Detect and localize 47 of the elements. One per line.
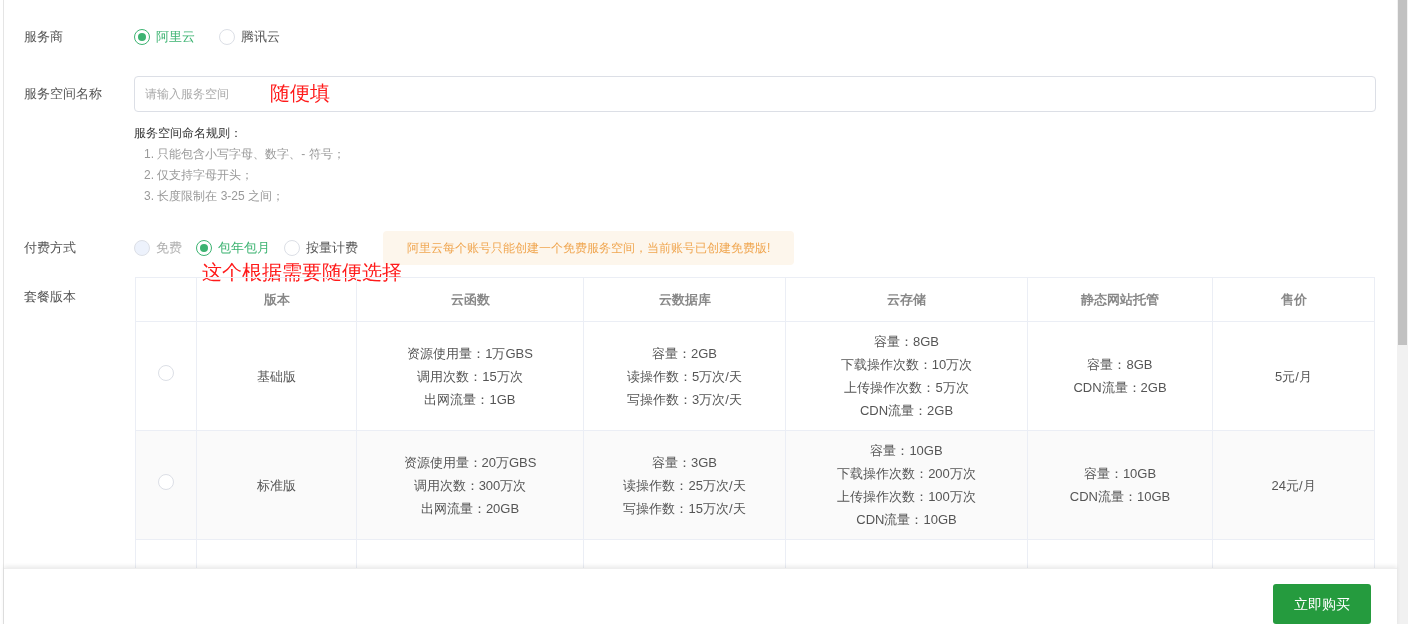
table-cell-text: 调用次数：15万次 [416,367,524,386]
table-cell-text: 容量：3GB [651,453,718,472]
table-cell-text: 标准版 [256,476,297,495]
table-cell-text: 读操作数：5万次/天 [626,367,743,386]
column-header: 云数据库 [583,277,786,322]
annotation-text: 随便填 [270,81,330,106]
table-cell-text: 容量：10GB [1082,465,1158,483]
rules-title: 服务空间命名规则： [134,125,243,142]
column-header: 售价 [1212,277,1375,322]
table-cell-text: 容量：2GB [651,344,718,363]
rule-item: 3. 长度限制在 3-25 之间； [143,188,286,205]
table-cell-text: CDN流量：2GB [858,402,955,420]
table-cell-text: 上传操作次数：5万次 [843,379,970,397]
field-label: 服务空间名称 [24,85,103,104]
radio-label[interactable]: 腾讯云 [241,27,280,47]
table-cell-text: 写操作数：15万次/天 [622,499,747,518]
table-cell-text: 5元/月 [1274,367,1313,386]
table-cell-text: 容量：8GB [1086,356,1154,374]
table-cell-text: 读操作数：25万次/天 [622,476,747,495]
table-cell-text: 资源使用量：1万GBS [406,344,534,363]
buy-button[interactable]: 立即购买 [1273,584,1371,624]
table-cell-text: 容量：8GB [873,333,940,351]
column-header: 云存储 [785,277,1028,322]
table-cell-text: CDN流量：2GB [1072,379,1168,397]
rule-item: 2. 仅支持字母开头； [143,167,255,184]
field-label: 服务商 [24,28,64,47]
table-cell-text: 资源使用量：20万GBS [402,453,538,472]
radio-label[interactable]: 阿里云 [156,27,195,47]
rule-item: 1. 只能包含小写字母、数字、- 符号； [143,146,346,163]
scrollbar[interactable] [1397,0,1408,624]
table-cell-text: 调用次数：300万次 [412,476,528,495]
table-cell-text: 写操作数：3万次/天 [626,390,743,409]
column-header: 静态网站托管 [1027,277,1213,322]
table-cell-text: 24元/月 [1270,476,1317,495]
radio-label[interactable]: 按量计费 [306,238,358,258]
table-cell-text: 出网流量：1GB [423,390,517,409]
table-cell-text: 基础版 [256,367,297,386]
table-cell-text: 下载操作次数：10万次 [839,356,974,374]
field-label: 套餐版本 [24,288,77,306]
table-cell-text: 出网流量：20GB [419,499,521,518]
table-cell-text: CDN流量：10GB [855,511,958,529]
table-cell-text: 上传操作次数：100万次 [836,488,977,506]
field-label: 付费方式 [24,239,77,258]
table-cell-text: 下载操作次数：200万次 [836,465,977,483]
table-cell-text: 容量：10GB [869,442,944,460]
radio-label[interactable]: 包年包月 [218,238,270,258]
table-cell-text: CDN流量：10GB [1068,488,1172,506]
